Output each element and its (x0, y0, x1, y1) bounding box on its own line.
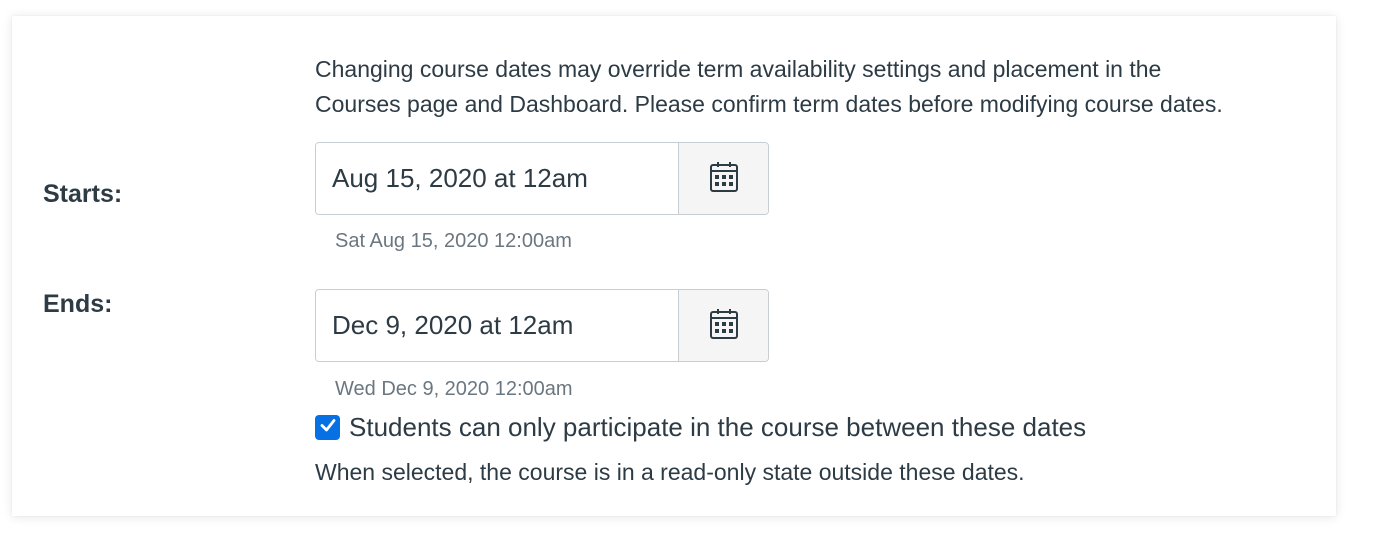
start-date-label: Starts: (43, 180, 123, 208)
end-date-field (315, 289, 769, 362)
start-date-hint: Sat Aug 15, 2020 12:00am (335, 230, 572, 252)
end-calendar-button[interactable] (678, 290, 768, 361)
restrict-dates-description: When selected, the course is in a read-o… (315, 459, 1025, 485)
restrict-dates-label[interactable]: Students can only participate in the cou… (349, 412, 1086, 443)
calendar-icon (709, 308, 739, 343)
notice-line-1: Changing course dates may override term … (315, 56, 1162, 82)
calendar-icon (709, 161, 739, 196)
end-date-label: Ends: (43, 290, 113, 318)
date-change-notice: Changing course dates may override term … (315, 52, 1315, 122)
start-date-field (315, 142, 769, 215)
start-date-input[interactable] (316, 143, 678, 214)
restrict-dates-row: Students can only participate in the cou… (315, 412, 1086, 443)
checkmark-icon (319, 416, 337, 439)
course-dates-panel: Changing course dates may override term … (12, 16, 1336, 516)
end-date-input[interactable] (316, 290, 678, 361)
end-date-hint: Wed Dec 9, 2020 12:00am (335, 378, 573, 400)
start-calendar-button[interactable] (678, 143, 768, 214)
notice-line-2: Courses page and Dashboard. Please confi… (315, 91, 1223, 117)
restrict-dates-checkbox[interactable] (315, 415, 340, 440)
